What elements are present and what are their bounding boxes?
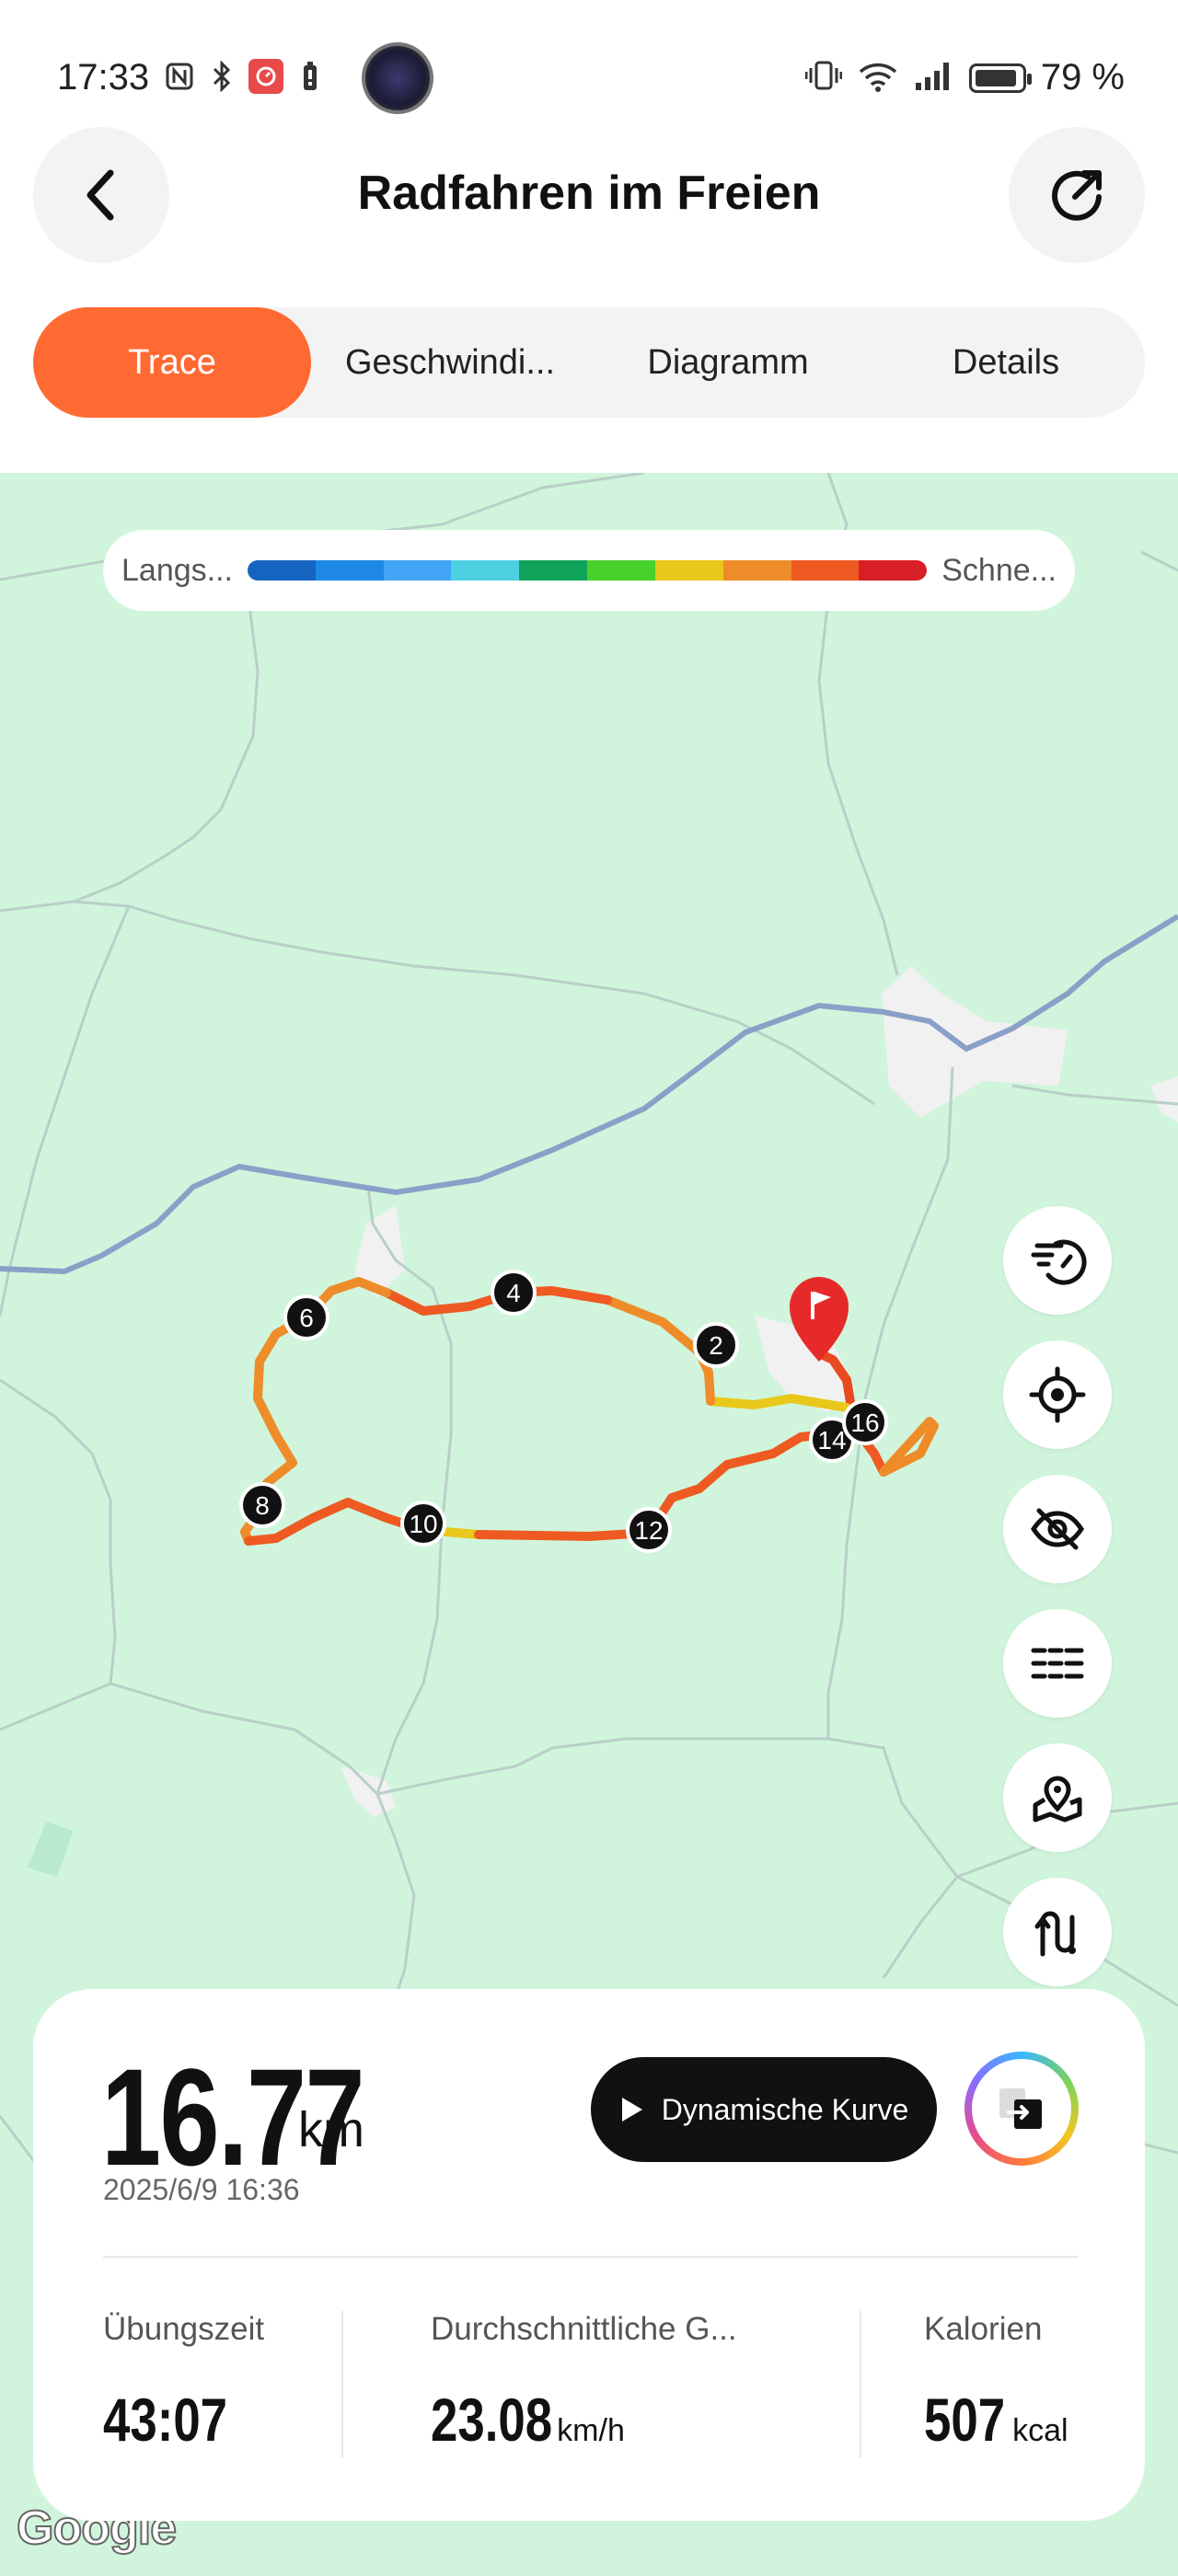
stat-calories: Kalorien 507 kcal <box>924 2311 1068 2455</box>
notification-avatar <box>362 42 433 114</box>
share-icon <box>1052 170 1102 221</box>
stat-value: 43:07 <box>103 2386 228 2454</box>
battery-icon <box>968 63 1032 93</box>
eye-off-icon <box>1030 1508 1085 1550</box>
tab-details[interactable]: Details <box>867 307 1145 418</box>
play-icon <box>621 2098 642 2122</box>
legend-color-step <box>654 560 723 581</box>
share-button[interactable] <box>1009 127 1145 263</box>
stat-label: Durchschnittliche G... <box>431 2311 737 2347</box>
stat-unit: kcal <box>1012 2413 1068 2448</box>
dynamic-curve-label: Dynamische Kurve <box>661 2092 909 2126</box>
stat-separator <box>860 2311 861 2458</box>
map-town-area <box>1150 1076 1178 1122</box>
legend-color-step <box>247 560 316 581</box>
legend-color-step <box>519 560 588 581</box>
bluetooth-icon <box>206 60 237 93</box>
route-marker-label: 2 <box>709 1331 723 1360</box>
stat-duration: Übungszeit 43:07 <box>103 2311 264 2455</box>
wifi-icon <box>857 59 899 97</box>
alarm-app-icon <box>248 59 283 94</box>
legend-color-step <box>315 560 384 581</box>
tab-speed[interactable]: Geschwindi... <box>311 307 589 418</box>
legend-fast-label: Schne... <box>941 552 1057 588</box>
stat-label: Übungszeit <box>103 2311 265 2347</box>
signal-icon <box>914 59 954 97</box>
list-button[interactable] <box>1003 1609 1112 1718</box>
stat-avg-speed: Durchschnittliche G... 23.08 km/h <box>431 2311 737 2455</box>
header: Radfahren im Freien <box>0 120 1178 263</box>
status-icons-right: 79 % <box>804 57 1125 98</box>
route-marker-label: 8 <box>255 1491 270 1520</box>
route-marker-label: 12 <box>634 1516 663 1545</box>
speed-overlay-button[interactable] <box>1003 1206 1112 1315</box>
speedometer-icon <box>1031 1239 1087 1285</box>
summary-card: 16.77 km 2025/6/9 16:36 Dynamische Kurve… <box>33 1989 1145 2521</box>
battery-percentage: 79 % <box>1040 57 1125 98</box>
legend-slow-label: Langs... <box>121 552 233 588</box>
route-button[interactable] <box>1003 1878 1112 1986</box>
locate-button[interactable] <box>1003 1340 1112 1449</box>
legend-color-step <box>451 560 520 581</box>
stat-unit: km/h <box>557 2413 625 2448</box>
major-road <box>0 914 1178 1275</box>
list-icon <box>1031 1648 1084 1679</box>
legend-gradient-bar <box>247 560 928 581</box>
stat-label: Kalorien <box>924 2311 1043 2347</box>
export-button[interactable] <box>964 2052 1079 2166</box>
legend-color-step <box>722 560 791 581</box>
route-icon <box>1034 1911 1076 1957</box>
stat-value: 507 <box>924 2386 1006 2454</box>
map-pin-icon <box>1033 1776 1082 1823</box>
nfc-icon <box>164 60 195 93</box>
route-marker-label: 10 <box>409 1510 437 1538</box>
page-title: Radfahren im Freien <box>357 167 821 220</box>
battery-saver-icon <box>294 60 326 93</box>
legend-color-step <box>791 560 860 581</box>
stat-value: 23.08 <box>431 2386 553 2454</box>
route-marker-label: 16 <box>850 1409 879 1437</box>
hide-button[interactable] <box>1003 1475 1112 1583</box>
route-marker-label: 14 <box>817 1426 846 1455</box>
workout-datetime: 2025/6/9 16:36 <box>103 2173 300 2206</box>
legend-color-step <box>859 560 928 581</box>
status-icons-left <box>164 59 326 94</box>
map-town-area <box>882 966 1068 1118</box>
locate-icon <box>1029 1366 1086 1423</box>
distance-unit: km <box>298 2102 364 2157</box>
legend-color-step <box>383 560 452 581</box>
status-time: 17:33 <box>57 57 150 98</box>
map-type-button[interactable] <box>1003 1743 1112 1852</box>
status-bar: 17:33 79 % <box>0 0 1178 138</box>
legend-color-step <box>587 560 655 581</box>
map-park-area <box>28 1822 74 1877</box>
card-divider <box>103 2256 1079 2258</box>
tab-trace[interactable]: Trace <box>33 307 311 418</box>
speed-legend: Langs... Schne... <box>103 530 1075 611</box>
stat-separator <box>341 2311 343 2458</box>
dynamic-curve-button[interactable]: Dynamische Kurve <box>591 2057 937 2162</box>
export-icon <box>972 2059 1071 2158</box>
tab-bar: Trace Geschwindi... Diagramm Details <box>33 307 1145 418</box>
route-marker-label: 4 <box>506 1279 521 1307</box>
tab-chart[interactable]: Diagramm <box>589 307 867 418</box>
vibrate-icon <box>804 59 843 97</box>
route-marker-label: 6 <box>299 1304 314 1332</box>
